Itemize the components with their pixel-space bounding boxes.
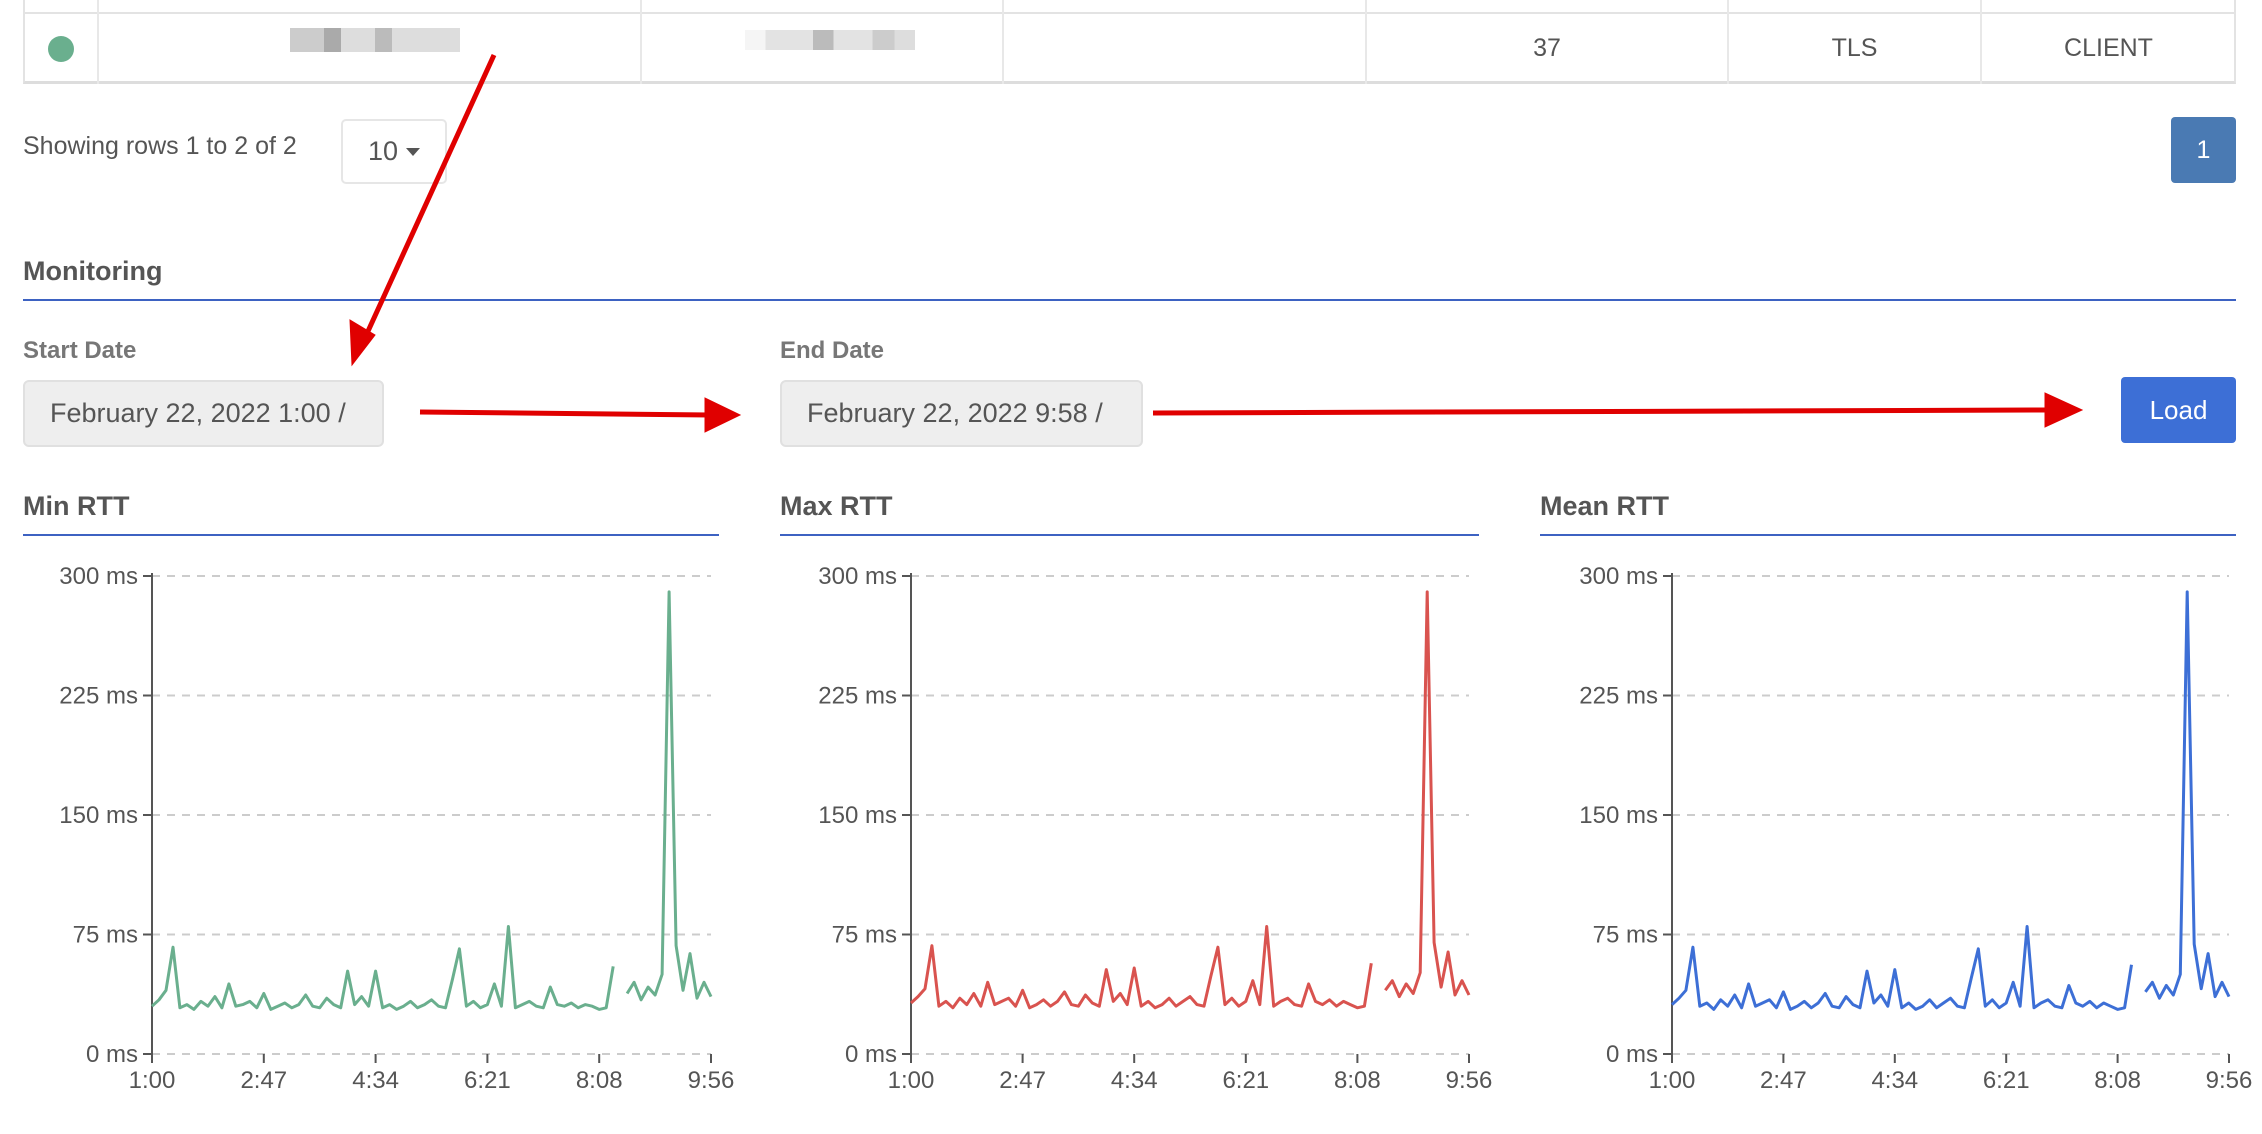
y-tick-label: 300 ms: [1579, 563, 1658, 590]
x-tick-label: 4:34: [1111, 1067, 1158, 1094]
y-tick-label: 300 ms: [818, 563, 897, 590]
x-tick-label: 9:56: [1446, 1067, 1493, 1094]
x-tick-label: 2:47: [1760, 1067, 1807, 1094]
y-tick-label: 225 ms: [818, 683, 897, 710]
y-tick-label: 225 ms: [1579, 683, 1658, 710]
x-tick-label: 2:47: [999, 1067, 1046, 1094]
y-tick-label: 150 ms: [1579, 802, 1658, 829]
series-line: [1670, 590, 2231, 1011]
x-tick-label: 8:08: [1334, 1067, 1381, 1094]
y-tick-label: 75 ms: [1593, 922, 1658, 949]
chart-min-rtt: 0 ms 75 ms 150 ms 225 ms 300 ms 1:00 2:47 4:34 6…: [59, 563, 734, 1094]
x-tick-label: 6:21: [1983, 1067, 2030, 1094]
x-tick-label: 6:21: [464, 1067, 511, 1094]
y-tick-label: 300 ms: [59, 563, 138, 590]
x-tick-label: 9:56: [2206, 1067, 2253, 1094]
x-tick-label: 4:34: [1871, 1067, 1918, 1094]
x-tick-label: 9:56: [688, 1067, 735, 1094]
x-tick-label: 2:47: [240, 1067, 287, 1094]
y-tick-label: 150 ms: [818, 802, 897, 829]
y-tick-label: 150 ms: [59, 802, 138, 829]
y-tick-label: 75 ms: [73, 922, 138, 949]
y-tick-label: 0 ms: [1606, 1041, 1658, 1068]
x-tick-label: 8:08: [2094, 1067, 2141, 1094]
x-tick-label: 8:08: [576, 1067, 623, 1094]
chart-max-rtt: 0 ms 75 ms 150 ms 225 ms 300 ms 1:00 2:47 4:34 6…: [818, 563, 1492, 1094]
rtt-charts: 0 ms 75 ms 150 ms 225 ms 300 ms 1:00 2:47 4:34 6…: [59, 563, 2252, 1094]
x-tick-label: 1:00: [1649, 1067, 1696, 1094]
series-line: [150, 590, 713, 1011]
x-tick-label: 1:00: [129, 1067, 176, 1094]
y-tick-label: 0 ms: [845, 1041, 897, 1068]
chart-mean-rtt: 0 ms 75 ms 150 ms 225 ms 300 ms 1:00 2:47 4:34 6…: [1579, 563, 2252, 1094]
y-tick-label: 225 ms: [59, 683, 138, 710]
x-tick-label: 4:34: [352, 1067, 399, 1094]
y-tick-label: 0 ms: [86, 1041, 138, 1068]
x-tick-label: 6:21: [1222, 1067, 1269, 1094]
y-tick-label: 75 ms: [832, 922, 897, 949]
x-tick-label: 1:00: [888, 1067, 935, 1094]
series-line: [909, 590, 1471, 1010]
